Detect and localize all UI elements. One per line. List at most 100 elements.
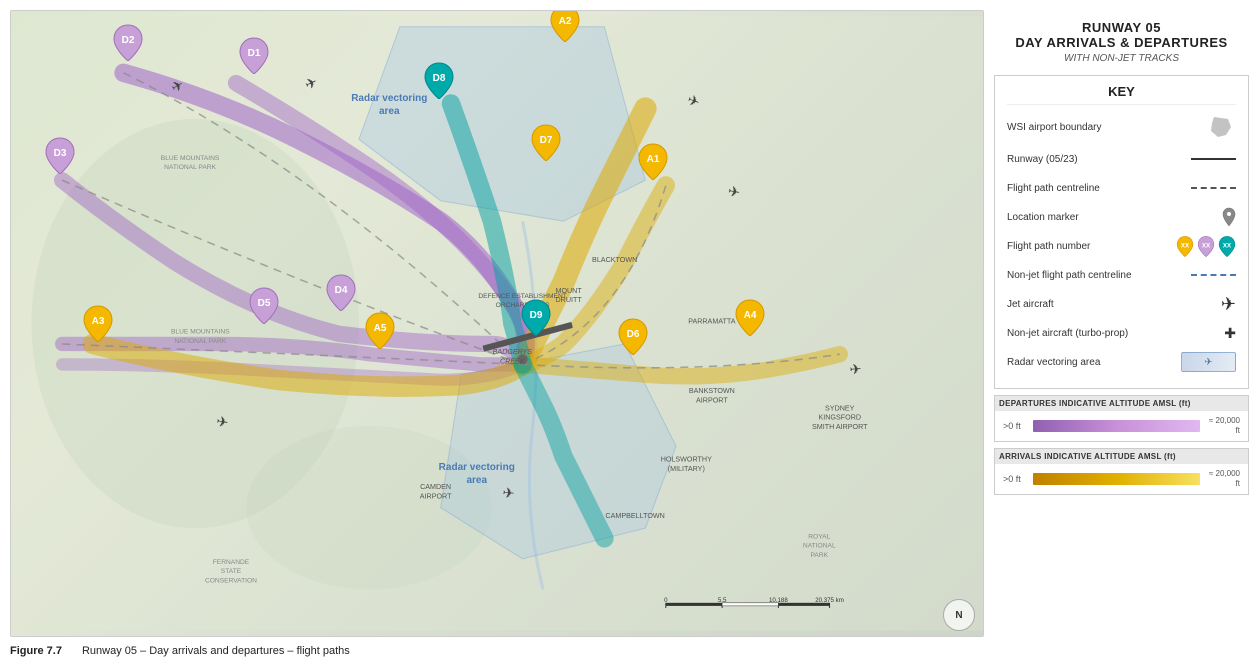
arrivals-bar-section: ARRIVALS INDICATIVE ALTITUDE AMSL (ft) >…: [994, 448, 1249, 495]
pin-D2: D2: [112, 23, 144, 61]
pin-A5: A5: [364, 311, 396, 349]
jet-aircraft-icon: ✈: [1221, 294, 1236, 315]
svg-text:XX: XX: [1223, 243, 1232, 250]
legend-sub-title: DAY ARRIVALS & DEPARTURES: [999, 35, 1244, 50]
svg-text:A1: A1: [646, 154, 659, 165]
figure-caption-text: Runway 05 – Day arrivals and departures …: [82, 645, 350, 657]
key-label-airport: WSI airport boundary: [1007, 122, 1181, 133]
key-label-nonjet: Non-jet aircraft (turbo-prop): [1007, 328, 1181, 339]
departures-gradient-bar: [1033, 420, 1200, 432]
svg-text:D8: D8: [432, 73, 445, 84]
key-label-runway: Runway (05/23): [1007, 154, 1181, 165]
key-item-radar: Radar vectoring area ✈: [1007, 351, 1236, 373]
nonjet-aircraft-icon: ✚: [1224, 325, 1236, 342]
pin-D9: D9: [520, 298, 552, 336]
key-symbol-nonjet-centreline: [1181, 274, 1236, 276]
svg-text:CONSERVATION: CONSERVATION: [205, 577, 257, 584]
key-symbol-centreline: [1181, 187, 1236, 189]
key-item-centreline: Flight path centreline: [1007, 177, 1236, 199]
key-symbol-path-number: XX XX XX: [1181, 235, 1236, 257]
svg-text:D1: D1: [248, 48, 261, 59]
pin-badge-teal: XX: [1218, 235, 1236, 257]
svg-text:5.5: 5.5: [718, 597, 727, 604]
key-label-nonjet-centreline: Non-jet flight path centreline: [1007, 270, 1181, 281]
key-title: KEY: [1007, 84, 1236, 105]
svg-text:PARRAMATTA: PARRAMATTA: [688, 318, 736, 326]
key-symbol-runway: [1181, 158, 1236, 160]
svg-text:PARK: PARK: [810, 552, 828, 559]
svg-text:D3: D3: [53, 148, 66, 159]
pin-A2: A2: [549, 10, 581, 42]
pin-D3: D3: [44, 136, 76, 174]
svg-text:AIRPORT: AIRPORT: [696, 396, 728, 404]
key-label-location: Location marker: [1007, 212, 1181, 223]
svg-text:20.375 km: 20.375 km: [815, 597, 844, 604]
svg-text:0: 0: [664, 597, 668, 604]
svg-text:D2: D2: [121, 35, 134, 46]
svg-text:KINGSFORD: KINGSFORD: [818, 414, 861, 422]
pin-D7: D7: [530, 123, 562, 161]
arrivals-gradient-bar: [1033, 473, 1200, 485]
legend-note: WITH NON-JET TRACKS: [999, 53, 1244, 64]
flight-paths-svg: ✈ ✈ ✈ ✈ ✈ ✈ ✈ BADGERYS CREEK BANKSTOWN A…: [11, 11, 983, 636]
pin-D1: D1: [238, 36, 270, 74]
svg-text:A2: A2: [559, 16, 572, 27]
key-item-nonjet: Non-jet aircraft (turbo-prop) ✚: [1007, 322, 1236, 344]
departures-bar-section: DEPARTURES INDICATIVE ALTITUDE AMSL (ft)…: [994, 395, 1249, 442]
departures-bar-to: ≈ 20,000 ft: [1205, 416, 1240, 435]
svg-text:AIRPORT: AIRPORT: [420, 492, 452, 500]
pin-D6: D6: [617, 317, 649, 355]
svg-text:FERNANDE: FERNANDE: [213, 559, 250, 566]
svg-text:BANKSTOWN: BANKSTOWN: [689, 387, 735, 395]
key-label-path-number: Flight path number: [1007, 241, 1181, 252]
svg-text:CREEK: CREEK: [500, 357, 526, 365]
departures-bar-title: DEPARTURES INDICATIVE ALTITUDE AMSL (ft): [995, 396, 1248, 411]
key-label-radar: Radar vectoring area: [1007, 357, 1181, 368]
svg-text:A3: A3: [92, 316, 105, 327]
arrivals-bar-to: ≈ 20,000 ft: [1205, 469, 1240, 488]
key-label-centreline: Flight path centreline: [1007, 183, 1181, 194]
pin-D4: D4: [325, 273, 357, 311]
svg-text:D9: D9: [529, 310, 542, 321]
departures-bar-row: >0 ft ≈ 20,000 ft: [1003, 416, 1240, 435]
svg-text:BLACKTOWN: BLACKTOWN: [592, 256, 637, 264]
svg-text:BADGERYS: BADGERYS: [493, 348, 533, 356]
svg-text:MOUNT: MOUNT: [555, 287, 582, 295]
pin-A3: A3: [82, 304, 114, 342]
svg-text:D7: D7: [539, 135, 552, 146]
pin-A4: A4: [734, 298, 766, 336]
svg-text:10.188: 10.188: [769, 597, 788, 604]
location-pin-icon: [1222, 207, 1236, 227]
svg-text:STATE: STATE: [221, 568, 242, 575]
key-symbol-jet: ✈: [1181, 294, 1236, 315]
pin-badges-group: XX XX XX: [1176, 235, 1236, 257]
svg-text:ROYAL: ROYAL: [808, 533, 830, 540]
key-symbol-location: [1181, 207, 1236, 227]
key-item-airport: WSI airport boundary: [1007, 113, 1236, 141]
main-container: ✈ ✈ ✈ ✈ ✈ ✈ ✈ BADGERYS CREEK BANKSTOWN A…: [0, 0, 1259, 637]
legend-main-title: RUNWAY 05: [999, 20, 1244, 35]
key-label-jet: Jet aircraft: [1007, 299, 1181, 310]
departures-bar-from: >0 ft: [1003, 421, 1028, 431]
key-symbol-radar: ✈: [1181, 352, 1236, 372]
radar-area-sample: ✈: [1181, 352, 1236, 372]
key-item-runway: Runway (05/23): [1007, 148, 1236, 170]
solid-line-icon: [1191, 158, 1236, 160]
svg-text:XX: XX: [1181, 243, 1190, 250]
pin-D5: D5: [248, 286, 280, 324]
caption-area: Figure 7.7 Runway 05 – Day arrivals and …: [0, 637, 1259, 665]
svg-text:D5: D5: [257, 298, 270, 309]
key-item-jet: Jet aircraft ✈: [1007, 293, 1236, 315]
svg-text:NATIONAL: NATIONAL: [803, 543, 836, 550]
svg-text:BLUE MOUNTAINS: BLUE MOUNTAINS: [171, 329, 230, 336]
svg-text:SMITH AIRPORT: SMITH AIRPORT: [812, 423, 868, 431]
figure-number: Figure 7.7: [10, 645, 62, 657]
compass: N: [943, 599, 975, 631]
key-item-location: Location marker: [1007, 206, 1236, 228]
svg-text:✈: ✈: [502, 485, 515, 502]
arrivals-bar-title: ARRIVALS INDICATIVE ALTITUDE AMSL (ft): [995, 449, 1248, 464]
svg-text:NATIONAL PARK: NATIONAL PARK: [164, 164, 216, 171]
svg-text:SYDNEY: SYDNEY: [825, 404, 855, 412]
blue-dashed-line-icon: [1191, 274, 1236, 276]
svg-text:D6: D6: [627, 329, 640, 340]
